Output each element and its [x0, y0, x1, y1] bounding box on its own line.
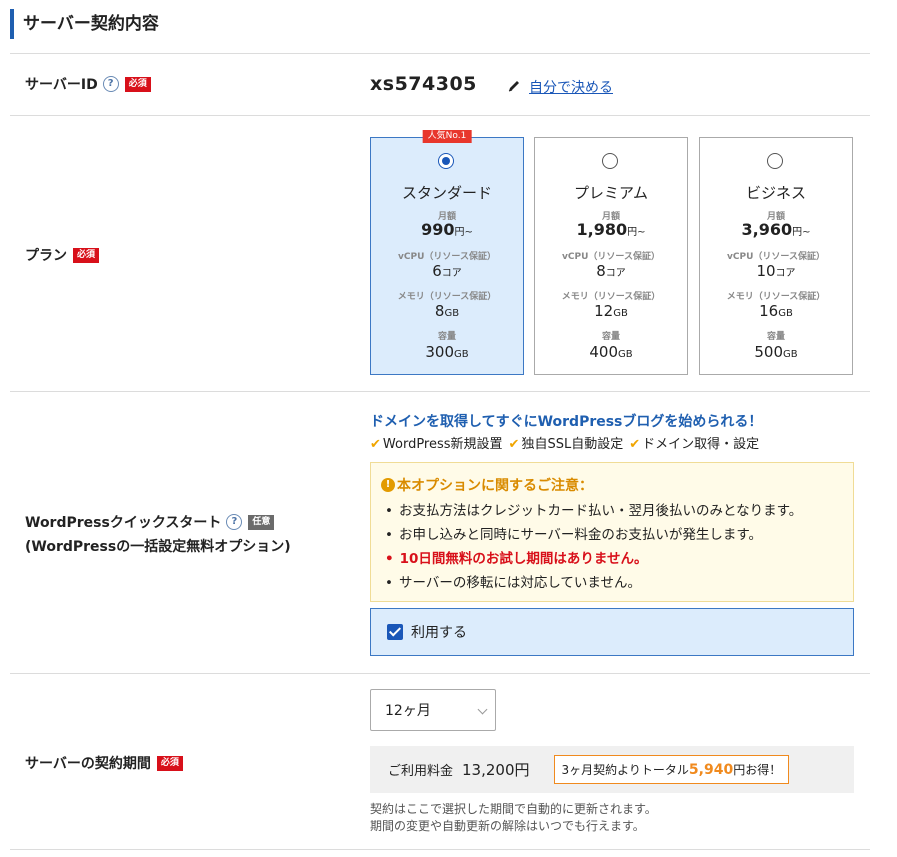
help-icon[interactable]: ?	[102, 76, 119, 92]
price-value: 3,960円~	[741, 220, 811, 239]
required-badge: 必須	[73, 247, 100, 263]
disk-label: 容量	[766, 332, 785, 342]
custom-id-link[interactable]: 自分で決める	[529, 77, 613, 97]
wordpress-sublabel: (WordPressの一括設定無料オプション)	[25, 539, 291, 555]
section-title: サーバー契約内容	[10, 9, 870, 39]
disk-label: 容量	[437, 332, 456, 342]
radio-button[interactable]	[602, 153, 618, 169]
divider	[10, 115, 870, 116]
plan-option-0[interactable]: 人気No.1 スタンダード 月額 990円~ vCPU（リソース保証） 6コア メモリ（リソ…	[370, 130, 524, 375]
check-icon: ✔	[370, 437, 381, 452]
memory-label: メモリ（リソース保証）	[561, 292, 661, 302]
cpu-value: 8コア	[596, 262, 626, 280]
memory-value: 12GB	[594, 302, 628, 320]
cpu-label: vCPU（リソース保証）	[562, 252, 660, 262]
fee-box: ご利用料金 13,200円 3ヶ月契約よりトータル5,940円お得！	[370, 746, 854, 793]
feature-item: ✔ ドメイン取得・設定	[629, 437, 760, 452]
feature-item: ✔ WordPress新規設置	[370, 437, 503, 452]
disk-value: 500GB	[754, 343, 798, 361]
server-id-value: xs574305	[370, 73, 477, 95]
term-label-text: サーバーの契約期間	[25, 756, 151, 772]
memory-label: メモリ（リソース保証）	[726, 292, 826, 302]
wordpress-label-text: WordPressクイックスタート	[25, 515, 222, 531]
use-option-checkbox[interactable]: 利用する	[370, 608, 854, 656]
term-select[interactable]: 12ヶ月	[370, 689, 496, 731]
discount-badge: 3ヶ月契約よりトータル5,940円お得！	[553, 755, 790, 784]
warning-icon: !	[381, 478, 395, 492]
notice-item: サーバーの移転には対応していません。	[381, 571, 843, 595]
optional-badge: 任意	[248, 514, 275, 530]
popular-badge: 人気No.1	[422, 130, 472, 143]
notice-box: ! 本オプションに関するご注意： お支払方法はクレジットカード払い・翌月後払いの…	[370, 462, 854, 602]
notice-item: お支払方法はクレジットカード払い・翌月後払いのみとなります。	[381, 499, 843, 523]
disk-label: 容量	[601, 332, 620, 342]
memory-value: 8GB	[434, 302, 460, 320]
notice-item: 10日間無料のお試し期間はありません。	[381, 547, 843, 571]
notice-item: お申し込みと同時にサーバー料金のお支払いが発生します。	[381, 523, 843, 547]
radio-button[interactable]	[767, 153, 783, 169]
notice-title: ! 本オプションに関するご注意：	[381, 475, 843, 495]
required-badge: 必須	[156, 755, 183, 771]
price-value: 1,980円~	[576, 220, 646, 239]
plan-label-text: プラン	[25, 248, 67, 264]
plan-name: ビジネス	[745, 184, 806, 202]
cpu-label: vCPU（リソース保証）	[727, 252, 825, 262]
memory-value: 16GB	[759, 302, 793, 320]
price-value: 990円~	[421, 220, 473, 239]
wordpress-headline: ドメインを取得してすぐにWordPressブログを始められる！	[370, 414, 763, 430]
feature-item: ✔ 独自SSL自動設定	[508, 437, 624, 452]
notice-list: お支払方法はクレジットカード払い・翌月後払いのみとなります。お申し込みと同時にサ…	[381, 499, 843, 595]
plan-name: スタンダード	[401, 184, 492, 202]
check-icon: ✔	[508, 437, 520, 452]
cpu-value: 10コア	[756, 262, 796, 280]
server-id-label: サーバーID ? 必須	[25, 74, 151, 94]
disk-value: 300GB	[425, 343, 469, 361]
cpu-value: 6コア	[432, 262, 462, 280]
divider	[10, 53, 870, 54]
wordpress-label: WordPressクイックスタート ? 任意	[25, 512, 275, 532]
cpu-label: vCPU（リソース保証）	[398, 252, 496, 262]
renewal-note: 契約はここで選択した期間で自動的に更新されます。 期間の変更や自動更新の解除はい…	[370, 802, 657, 833]
pencil-icon	[508, 81, 519, 92]
radio-button[interactable]	[438, 153, 454, 169]
disk-value: 400GB	[589, 343, 633, 361]
use-option-label: 利用する	[411, 625, 467, 641]
plan-option-1[interactable]: プレミアム 月額 1,980円~ vCPU（リソース保証） 8コア メモリ（リソース保証）…	[534, 137, 688, 375]
chevron-down-icon	[477, 704, 488, 715]
wordpress-features: ✔ WordPress新規設置 ✔ 独自SSL自動設定 ✔ ドメイン取得・設定	[370, 433, 759, 452]
fee-value: 13,200円	[462, 761, 530, 779]
server-id-label-text: サーバーID	[25, 77, 98, 93]
fee-label: ご利用料金	[388, 764, 454, 779]
help-icon[interactable]: ?	[226, 514, 243, 530]
divider	[10, 391, 870, 392]
divider	[10, 673, 870, 674]
memory-label: メモリ（リソース保証）	[397, 292, 497, 302]
check-icon: ✔	[629, 437, 641, 452]
term-label: サーバーの契約期間 必須	[25, 753, 183, 773]
term-select-value: 12ヶ月	[385, 703, 431, 719]
divider	[10, 849, 870, 850]
required-badge: 必須	[124, 76, 151, 92]
plan-label: プラン 必須	[25, 245, 100, 265]
plan-option-2[interactable]: ビジネス 月額 3,960円~ vCPU（リソース保証） 10コア メモリ（リソース保証）…	[699, 137, 853, 375]
plan-name: プレミアム	[574, 184, 648, 202]
checkbox-checked-icon[interactable]	[387, 624, 403, 640]
